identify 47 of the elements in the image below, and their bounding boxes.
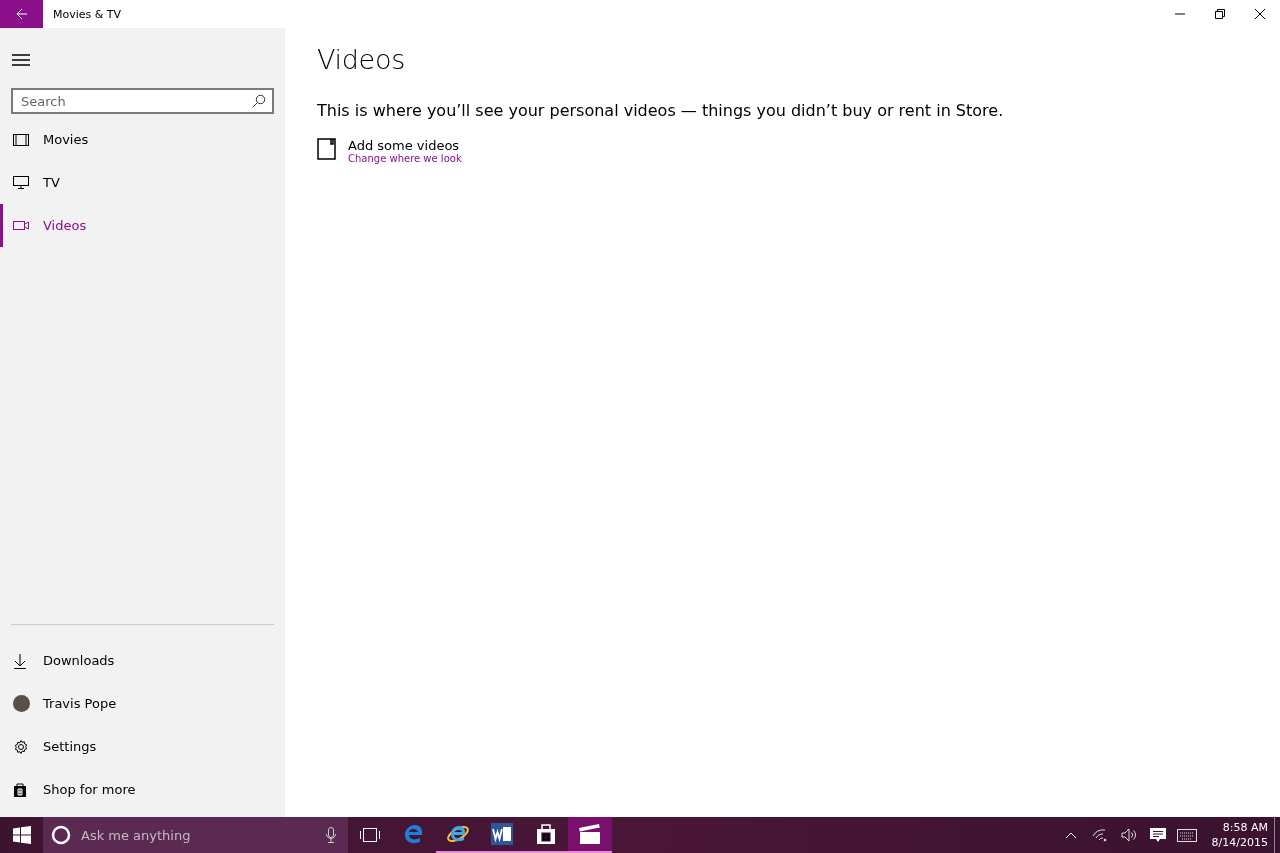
nav-item[interactable]: Videos	[0, 204, 285, 247]
nav-item[interactable]: Travis Pope	[0, 682, 285, 725]
document-w-icon	[491, 823, 513, 845]
taskbar-app[interactable]	[568, 817, 612, 853]
wifi-icon	[1092, 828, 1109, 842]
time-text: 8:58 AM	[1222, 820, 1268, 835]
menu-button[interactable]	[12, 54, 30, 66]
search-icon	[252, 94, 266, 108]
nav-item[interactable]: Movies	[0, 118, 285, 161]
menu-icon	[12, 54, 30, 66]
clapperboard-icon	[579, 824, 601, 844]
avatar	[13, 695, 30, 712]
page-heading: Videos	[317, 44, 406, 75]
clock[interactable]: 8:58 AM 8/14/2015	[1201, 817, 1274, 853]
monitor-icon	[13, 176, 29, 189]
chevron-up-icon	[1065, 831, 1078, 839]
microphone-icon	[326, 827, 336, 843]
nav-item[interactable]: TV	[0, 161, 285, 204]
video-camera-icon	[13, 220, 29, 231]
date-text: 8/14/2015	[1211, 835, 1268, 850]
message-icon	[1150, 827, 1167, 843]
windows-logo-icon	[12, 826, 31, 844]
back-button[interactable]	[0, 0, 43, 28]
keyboard-icon	[1177, 828, 1198, 842]
cortana-circle-icon	[51, 825, 71, 845]
shopping-bag-icon	[536, 823, 556, 845]
letter-e-icon	[403, 823, 425, 845]
add-videos-button[interactable]: Add some videos	[348, 138, 460, 153]
gear-icon	[13, 738, 29, 755]
nav-item[interactable]: Settings	[0, 725, 285, 768]
search-field[interactable]: Ask me anything	[79, 826, 318, 844]
restore-icon	[1214, 8, 1226, 20]
download-icon	[13, 652, 27, 669]
search-bar[interactable]: Ask me anything	[43, 817, 348, 853]
close-icon	[1254, 8, 1266, 20]
nav-item[interactable]: Shop for more	[0, 768, 285, 811]
nav-item[interactable]: Downloads	[0, 639, 285, 682]
speaker-icon	[1121, 828, 1138, 842]
change-location-link[interactable]: Change where we look	[348, 153, 462, 164]
task-view-icon	[360, 828, 380, 842]
search-field[interactable]: Search	[11, 88, 274, 114]
description-text: This is where you’ll see your personal videos — things you didn’t buy or rent in Store.	[317, 101, 1005, 120]
back-arrow-icon	[15, 8, 28, 20]
folder-icon[interactable]	[317, 138, 336, 160]
window-title: Movies & TV	[53, 7, 122, 21]
film-icon	[13, 133, 29, 146]
shopping-bag-icon	[13, 781, 27, 798]
